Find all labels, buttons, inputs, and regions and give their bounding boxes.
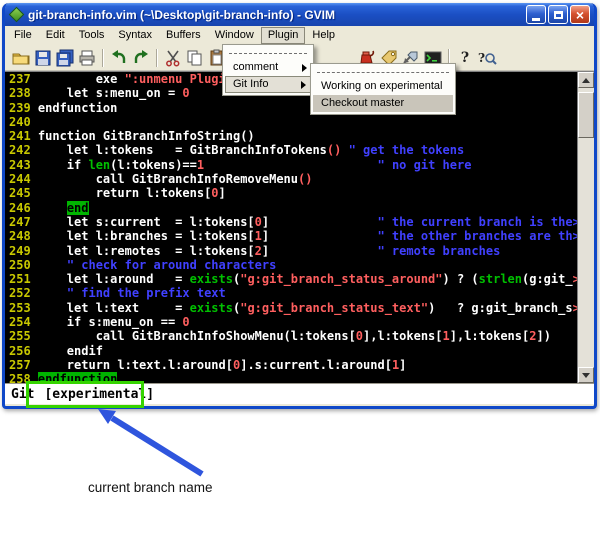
menu-tools[interactable]: Tools [72, 27, 112, 44]
vertical-scrollbar[interactable] [577, 72, 594, 383]
scrollbar-thumb[interactable] [578, 92, 594, 138]
toolbar-separator [156, 49, 158, 67]
line-number: 246 [9, 201, 38, 215]
menu-bar: File Edit Tools Syntax Buffers Window Pl… [5, 26, 594, 45]
line-number: 256 [9, 344, 38, 358]
code-line: 243 if len(l:tokens)==1 " no git here [9, 158, 577, 172]
line-number: 238 [9, 86, 38, 100]
menu-buffers[interactable]: Buffers [159, 27, 208, 44]
help-icon[interactable]: ? [454, 47, 476, 69]
line-number: 240 [9, 115, 38, 129]
line-number: 250 [9, 258, 38, 272]
line-number: 251 [9, 272, 38, 286]
code-area[interactable]: 237 exe ":unmenu Plugin.Gi238 let s:menu… [5, 72, 577, 383]
line-number: 247 [9, 215, 38, 229]
code-line: 249 let l:remotes = l:tokens[2] " remote… [9, 244, 577, 258]
save-icon[interactable] [32, 47, 54, 69]
annotation-arrow [50, 406, 220, 486]
code-line: 239 endfunction [9, 101, 577, 115]
menu-item-checkout-master[interactable]: Checkout master [313, 95, 453, 112]
code-line: 250 " check for around characters [9, 258, 577, 272]
tearoff-handle[interactable] [317, 72, 449, 73]
code-line: 245 return l:tokens[0] [9, 186, 577, 200]
window-title: git-branch-info.vim (~\Desktop\git-branc… [28, 8, 524, 22]
git-info-submenu: Working on experimental Checkout master [310, 63, 456, 115]
maximize-icon [554, 11, 563, 19]
code-line: 247 let s:current = l:tokens[0] " the cu… [9, 215, 577, 229]
code-line: 246 end [9, 201, 577, 215]
menu-item-git-info[interactable]: Git Info [225, 76, 311, 93]
code-line: 254 if s:menu_on == 0 [9, 315, 577, 329]
line-number: 241 [9, 129, 38, 143]
menu-item-working-on-experimental[interactable]: Working on experimental [313, 78, 453, 95]
editor-region: 237 exe ":unmenu Plugin.Gi238 let s:menu… [5, 71, 594, 383]
code-line: 256 endif [9, 344, 577, 358]
code-line: 253 let l:text = exists("g:git_branch_st… [9, 301, 577, 315]
menu-help[interactable]: Help [305, 27, 342, 44]
svg-text:?: ? [478, 51, 485, 65]
line-number: 254 [9, 315, 38, 329]
toolbar-separator [102, 49, 104, 67]
minimize-icon [532, 18, 540, 21]
line-number: 245 [9, 186, 38, 200]
redo-icon[interactable] [130, 47, 152, 69]
close-icon: × [576, 8, 584, 22]
menu-edit[interactable]: Edit [39, 27, 72, 44]
menu-window[interactable]: Window [208, 27, 261, 44]
code-line: 251 let l:around = exists("g:git_branch_… [9, 272, 577, 286]
code-line: 248 let l:branches = l:tokens[1] " the o… [9, 229, 577, 243]
scroll-up-icon [582, 78, 590, 83]
code-line: 241 function GitBranchInfoString() [9, 129, 577, 143]
line-number: 252 [9, 286, 38, 300]
cut-icon[interactable] [162, 47, 184, 69]
submenu-arrow-icon [301, 81, 306, 89]
line-number: 249 [9, 244, 38, 258]
line-number: 244 [9, 172, 38, 186]
code-line: 255 call GitBranchInfoShowMenu(l:tokens[… [9, 329, 577, 343]
code-line: 244 call GitBranchInfoRemoveMenu() [9, 172, 577, 186]
code-line: 240 [9, 115, 577, 129]
print-icon[interactable] [76, 47, 98, 69]
scroll-down-button[interactable] [578, 367, 594, 383]
menu-syntax[interactable]: Syntax [111, 27, 159, 44]
branch-highlight-box [26, 381, 144, 408]
open-file-icon[interactable] [10, 47, 32, 69]
undo-icon[interactable] [108, 47, 130, 69]
vim-icon [9, 7, 25, 23]
find-help-icon[interactable]: ? [476, 47, 498, 69]
line-number: 248 [9, 229, 38, 243]
question-glyph: ? [461, 50, 469, 66]
title-bar[interactable]: git-branch-info.vim (~\Desktop\git-branc… [5, 3, 594, 26]
line-number: 242 [9, 143, 38, 157]
line-number: 243 [9, 158, 38, 172]
line-number: 239 [9, 101, 38, 115]
line-number: 257 [9, 358, 38, 372]
menu-item-comment[interactable]: comment [225, 59, 311, 76]
maximize-button[interactable] [548, 5, 568, 24]
line-number: 255 [9, 329, 38, 343]
code-line: 252 " find the prefix text [9, 286, 577, 300]
minimize-button[interactable] [526, 5, 546, 24]
code-line: 242 let l:tokens = GitBranchInfoTokens()… [9, 143, 577, 157]
scroll-down-icon [582, 373, 590, 378]
scroll-up-button[interactable] [578, 72, 594, 88]
annotation-caption: current branch name [88, 480, 213, 495]
close-button[interactable]: × [570, 5, 590, 24]
save-all-icon[interactable] [54, 47, 76, 69]
copy-icon[interactable] [184, 47, 206, 69]
code-line: 257 return l:text.l:around[0].s:current.… [9, 358, 577, 372]
submenu-arrow-icon [302, 64, 307, 72]
plugin-dropdown-menu: comment Git Info [222, 44, 314, 96]
menu-plugin[interactable]: Plugin [261, 27, 306, 44]
line-number: 253 [9, 301, 38, 315]
menu-file[interactable]: File [7, 27, 39, 44]
line-number: 237 [9, 72, 38, 86]
tearoff-handle[interactable] [229, 53, 307, 54]
